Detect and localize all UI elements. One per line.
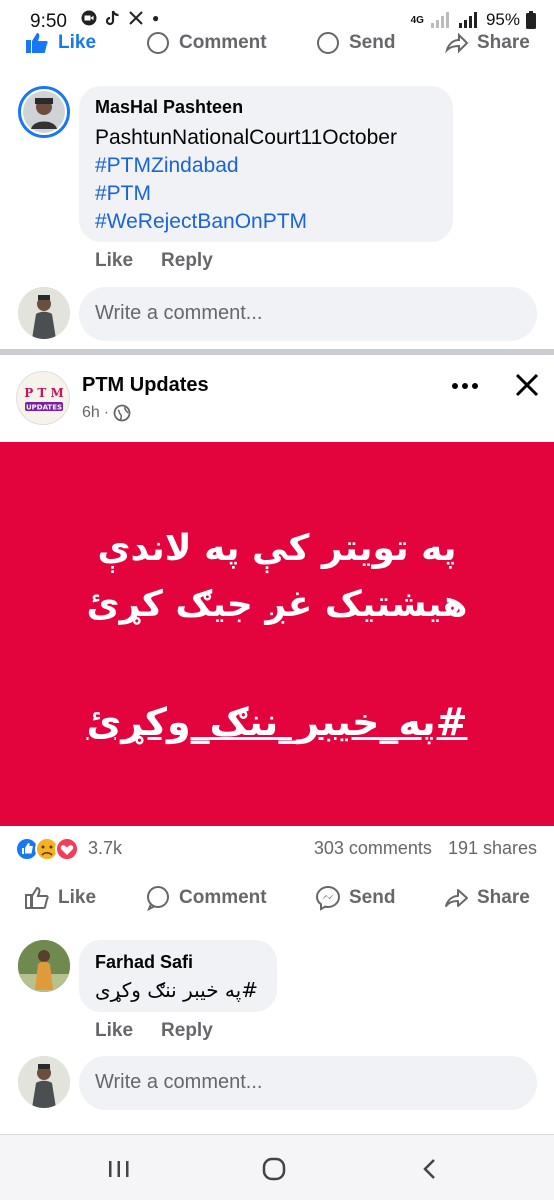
- signal-icon-2: [458, 12, 477, 28]
- post-action-row: Like Comment Send Share: [0, 876, 554, 920]
- comment-icon: [147, 886, 169, 911]
- write-comment-input[interactable]: Write a comment...: [79, 1056, 537, 1110]
- dot-icon: ●: [152, 11, 160, 25]
- status-right: 4G 95%: [411, 10, 536, 30]
- engagement-counts: 303 comments 191 shares: [314, 838, 537, 859]
- send-button[interactable]: Send: [315, 885, 395, 911]
- post-meta: 6h ·: [82, 404, 131, 422]
- shares-count[interactable]: 191 shares: [448, 838, 537, 859]
- avatar[interactable]: [18, 86, 70, 138]
- notification-icons: ●: [80, 10, 159, 26]
- comment-actions: Like Reply: [95, 250, 213, 272]
- x-icon: [129, 11, 143, 25]
- comment-2: Farhad Safi #په خیبر ننګ وکړی Like Reply: [0, 934, 554, 1054]
- image-text-line1: په تویتر کې په لاندې: [97, 528, 457, 569]
- profile-photo: [18, 287, 70, 339]
- reactions-row[interactable]: 3.7k 303 comments 191 shares: [0, 832, 554, 864]
- comment-reply-button[interactable]: Reply: [161, 250, 213, 272]
- comment-button[interactable]: Comment: [145, 885, 267, 911]
- logo-text-top: P T M: [24, 386, 64, 400]
- share-icon: [445, 889, 468, 907]
- signal-icon: [430, 12, 449, 28]
- page-avatar[interactable]: P T M UPDATES: [16, 371, 70, 425]
- my-avatar: [18, 1056, 70, 1108]
- close-icon: [515, 373, 539, 397]
- ptm-logo-icon: P T M UPDATES: [18, 373, 69, 424]
- like-button-top[interactable]: Like: [24, 30, 96, 56]
- back-icon: [423, 1159, 435, 1179]
- share-button[interactable]: Share: [443, 885, 530, 911]
- comment-reply-button[interactable]: Reply: [161, 1020, 213, 1042]
- hashtag-link[interactable]: #PTM: [95, 180, 397, 208]
- close-button[interactable]: [510, 368, 544, 402]
- send-label: Send: [349, 887, 396, 908]
- hashtag-link[interactable]: #WeRejectBanOnPTM: [95, 208, 397, 236]
- more-options-button[interactable]: [448, 376, 482, 396]
- comment-label: Comment: [179, 32, 267, 53]
- battery-icon: [526, 11, 536, 29]
- comment-icon: [147, 32, 169, 54]
- write-comment-placeholder: Write a comment...: [95, 1071, 263, 1093]
- comment-text-line: PashtunNationalCourt11October: [95, 126, 397, 149]
- comment-actions: Like Reply: [95, 1020, 213, 1042]
- like-label: Like: [58, 32, 97, 53]
- share-label: Share: [477, 32, 530, 53]
- recent-apps-icon: [109, 1161, 129, 1177]
- hashtag-link[interactable]: #PTMZindabad: [95, 152, 397, 180]
- comment-bubble[interactable]: MasHal Pashteen PashtunNationalCourt11Oc…: [79, 86, 453, 242]
- comment-1: MasHal Pashteen PashtunNationalCourt11Oc…: [0, 80, 554, 280]
- comment-text: #په خیبر ننګ وکړی: [95, 978, 258, 1002]
- comment-author[interactable]: Farhad Safi: [95, 952, 193, 973]
- reaction-icons: [15, 837, 79, 861]
- home-button[interactable]: [254, 1153, 294, 1185]
- comment-bubble[interactable]: Farhad Safi #په خیبر ننګ وکړی: [79, 940, 277, 1012]
- post-header: P T M UPDATES PTM Updates 6h ·: [0, 358, 554, 438]
- like-label: Like: [58, 887, 97, 908]
- send-button-top[interactable]: Send: [315, 30, 395, 56]
- reaction-count[interactable]: 3.7k: [88, 838, 122, 859]
- image-hashtag: #په_خیبر_ننګ_وکړئ: [86, 700, 468, 744]
- profile-photo: [18, 940, 70, 992]
- video-call-icon: [81, 10, 97, 26]
- send-label: Send: [349, 32, 396, 53]
- comment-like-button[interactable]: Like: [95, 1020, 133, 1042]
- comments-count[interactable]: 303 comments: [314, 838, 432, 859]
- share-button-top[interactable]: Share: [443, 30, 530, 56]
- comment-button-top[interactable]: Comment: [145, 30, 267, 56]
- top-action-row: Like Comment Send Share: [0, 28, 554, 62]
- comment-like-button[interactable]: Like: [95, 250, 133, 272]
- comment-author[interactable]: MasHal Pashteen: [95, 97, 243, 118]
- messenger-icon: [315, 885, 341, 911]
- like-button[interactable]: Like: [24, 885, 96, 911]
- my-avatar: [18, 287, 70, 339]
- post-time[interactable]: 6h: [82, 404, 100, 422]
- like-icon: [25, 886, 49, 909]
- more-icon: [452, 383, 478, 389]
- write-comment-placeholder: Write a comment...: [95, 302, 263, 324]
- globe-icon: [113, 404, 131, 422]
- share-icon: [444, 32, 469, 54]
- back-button[interactable]: [410, 1153, 450, 1185]
- network-label: 4G: [410, 14, 424, 26]
- battery-label: 95%: [485, 10, 520, 29]
- like-icon: [26, 33, 48, 53]
- tiktok-icon: [106, 10, 119, 26]
- logo-text-bottom: UPDATES: [26, 404, 62, 412]
- home-icon: [262, 1157, 286, 1181]
- share-label: Share: [477, 887, 530, 908]
- recent-apps-button[interactable]: [99, 1153, 139, 1185]
- write-comment-input[interactable]: Write a comment...: [79, 287, 537, 341]
- post-image[interactable]: په تویتر کې په لاندې هیشتیک غږ جیګ کړئ #…: [0, 442, 554, 826]
- page-name[interactable]: PTM Updates: [82, 374, 209, 397]
- image-text-line2: هیشتیک غږ جیګ کړئ: [86, 584, 468, 625]
- system-nav-bar: [0, 1134, 554, 1200]
- profile-photo: [18, 1056, 70, 1108]
- profile-photo: [23, 91, 65, 133]
- avatar[interactable]: [18, 940, 70, 992]
- comment-label: Comment: [179, 887, 267, 908]
- messenger-icon: [317, 32, 339, 54]
- meta-dot: ·: [103, 404, 110, 421]
- post-divider: [0, 349, 554, 355]
